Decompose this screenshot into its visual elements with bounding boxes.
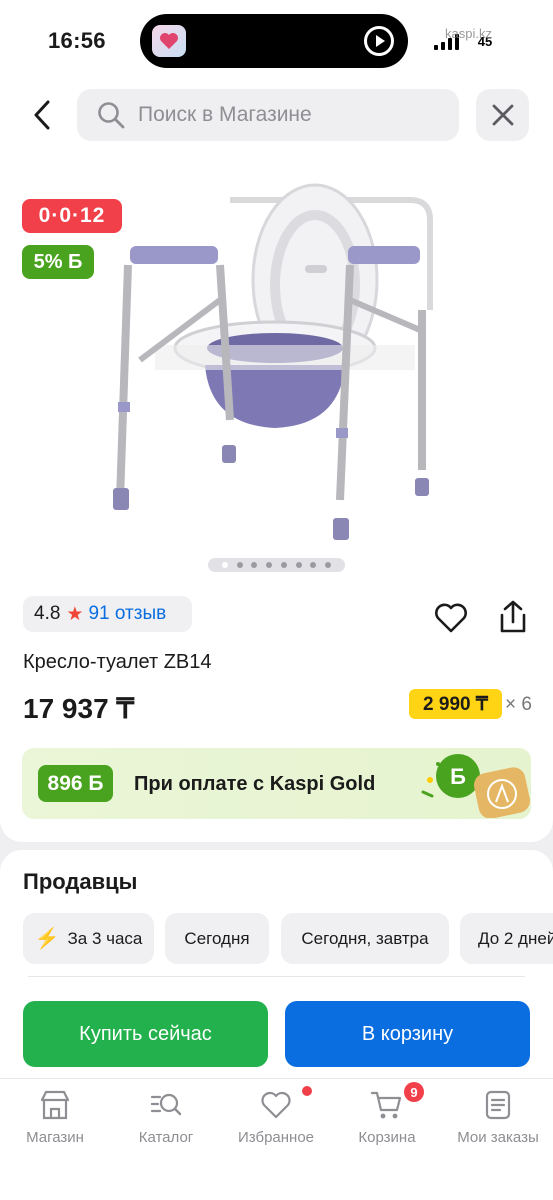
svg-text:Б: Б [450, 764, 466, 789]
reviews-link[interactable]: 91 отзыв [88, 603, 166, 625]
kaspi-gold-bonus: 896 Б [38, 765, 113, 802]
play-icon [364, 26, 394, 56]
bonus-badge: 5% Б [22, 245, 94, 279]
gallery-dot[interactable] [221, 562, 228, 568]
nav-label: Магазин [26, 1129, 84, 1146]
gallery-dot[interactable] [251, 562, 258, 568]
product-image[interactable] [100, 170, 450, 550]
cart-icon [370, 1091, 402, 1119]
gallery-dot[interactable] [266, 562, 273, 568]
rating-pill[interactable]: 4.8 ★ 91 отзыв [23, 596, 192, 632]
filter-chip-2-days[interactable]: До 2 дней [460, 913, 553, 964]
nav-item-orders[interactable]: Мои заказы [443, 1088, 553, 1148]
nav-item-catalog[interactable]: Каталог [111, 1088, 221, 1148]
status-time: 16:56 [48, 28, 106, 53]
app-icon [152, 25, 186, 57]
sellers-title: Продавцы [23, 869, 138, 894]
chip-label: За 3 часа [67, 928, 143, 948]
product-title: Кресло-туалет ZB14 [23, 651, 212, 673]
gallery-dot[interactable] [325, 562, 332, 568]
gallery-dot[interactable] [310, 562, 317, 568]
rating-value: 4.8 [34, 603, 61, 624]
lightning-icon: ⚡ [34, 928, 60, 950]
divider [28, 976, 525, 977]
chip-label: Сегодня [184, 928, 250, 948]
promo-timer-badge: 0·0·12 [22, 199, 122, 233]
nav-item-store[interactable]: Магазин [0, 1088, 110, 1148]
share-icon[interactable] [495, 598, 531, 636]
favorite-heart-icon[interactable] [433, 600, 469, 636]
filter-chip-3-hours[interactable]: ⚡ За 3 часа [23, 913, 154, 964]
favorites-notification-dot [302, 1086, 312, 1096]
nav-label: Мои заказы [457, 1129, 539, 1146]
gallery-dot[interactable] [236, 562, 243, 568]
kaspi-gold-card-icon: Б [421, 754, 530, 818]
catalog-search-icon [150, 1093, 182, 1116]
close-button[interactable] [476, 89, 529, 141]
chip-label: До 2 дней [478, 928, 553, 948]
search-icon [98, 102, 125, 129]
watermark: kaspi.kz [445, 26, 492, 41]
nav-item-favorites[interactable]: Избранное [221, 1088, 331, 1148]
orders-icon [485, 1090, 511, 1120]
nav-label: Каталог [138, 1129, 194, 1146]
nav-label: Корзина [358, 1129, 416, 1146]
chevron-left-icon [34, 100, 50, 130]
add-to-cart-button[interactable]: В корзину [285, 1001, 530, 1067]
buy-now-button[interactable]: Купить сейчас [23, 1001, 268, 1067]
installment-price[interactable]: 2 990 ₸ [409, 689, 502, 719]
store-icon [40, 1090, 70, 1120]
star-icon: ★ [66, 603, 84, 625]
cart-count-badge: 9 [404, 1082, 424, 1102]
nav-item-cart[interactable]: Корзина [332, 1088, 442, 1148]
product-price: 17 937 ₸ [23, 693, 135, 724]
chip-label: Сегодня, завтра [301, 928, 429, 948]
filter-chip-today-tomorrow[interactable]: Сегодня, завтра [281, 913, 449, 964]
back-button[interactable] [24, 95, 60, 135]
gallery-dot[interactable] [295, 562, 302, 568]
close-icon [492, 104, 513, 126]
gallery-pagination[interactable] [208, 558, 345, 572]
heart-icon [261, 1091, 291, 1119]
kaspi-gold-text: При оплате с Kaspi Gold [134, 773, 376, 795]
nav-label: Избранное [237, 1129, 315, 1146]
gallery-dot[interactable] [280, 562, 287, 568]
filter-chip-today[interactable]: Сегодня [165, 913, 269, 964]
search-input[interactable] [138, 100, 438, 130]
installment-multiplier: × 6 [505, 694, 532, 715]
